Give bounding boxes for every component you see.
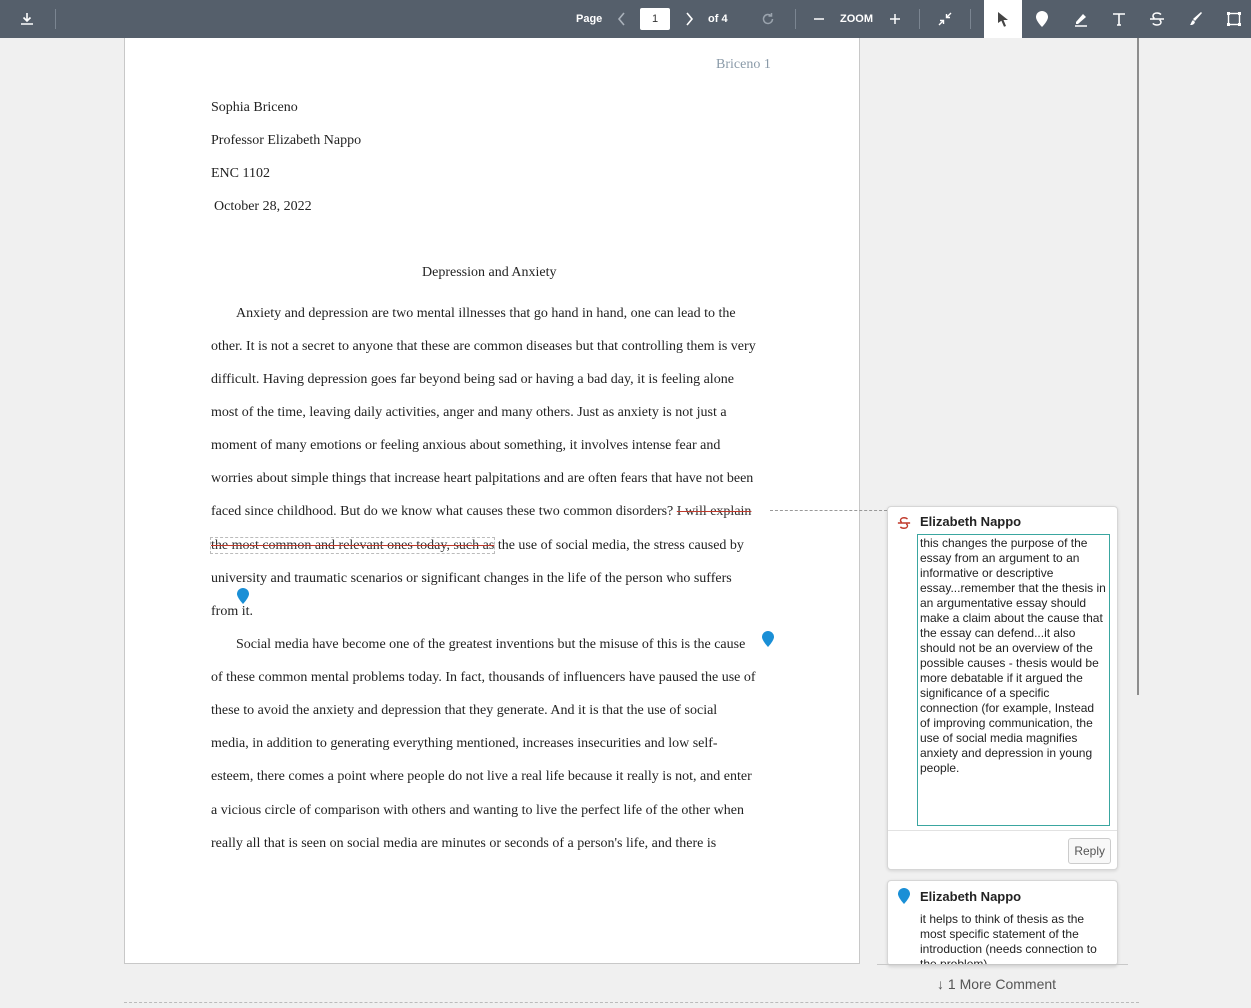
body-line: really all that is seen on social media …	[211, 836, 717, 851]
next-page-icon[interactable]	[679, 0, 699, 38]
draw-tool-icon[interactable]	[1184, 0, 1208, 38]
reply-button[interactable]: Reply	[1068, 838, 1111, 864]
card-divider	[888, 830, 1117, 831]
comment-author: Elizabeth Nappo	[920, 889, 1022, 904]
fit-page-icon[interactable]	[934, 0, 956, 38]
strikethrough-annotation[interactable]: the most common and relevant ones today,…	[209, 537, 496, 554]
professor-name: Professor Elizabeth Nappo	[211, 133, 362, 148]
page-count: of 4	[708, 13, 728, 25]
comment-text-area[interactable]: this changes the purpose of the essay fr…	[917, 534, 1110, 826]
body-line: media, in addition to generating everyth…	[211, 736, 718, 751]
body-line: difficult. Having depression goes far be…	[211, 372, 734, 387]
toolbar-divider	[970, 9, 971, 29]
more-comments-link[interactable]: ↓ 1 More Comment	[937, 976, 1056, 992]
arrow-down-icon: ↓	[937, 976, 944, 992]
annotation-connector	[770, 510, 887, 511]
body-line: moment of many emotions or feeling anxio…	[211, 438, 721, 453]
page-break	[124, 1002, 1139, 1003]
body-line: other. It is not a secret to anyone that…	[211, 339, 756, 354]
toolbar-divider	[55, 9, 56, 29]
toolbar-divider	[919, 9, 920, 29]
page-label: Page	[576, 13, 603, 25]
previous-page-icon[interactable]	[612, 0, 632, 38]
strikethrough-icon	[897, 517, 911, 529]
page-number-input[interactable]	[640, 8, 670, 30]
course-code: ENC 1102	[211, 166, 270, 181]
body-text: the use of social media, the stress caus…	[494, 538, 744, 553]
body-line: from it.	[211, 604, 253, 619]
toolbar-divider	[795, 9, 796, 29]
strikethrough-annotation[interactable]: I will explain	[677, 504, 752, 519]
highlight-tool-icon[interactable]	[1069, 0, 1093, 38]
body-line: the most common and relevant ones today,…	[209, 537, 744, 554]
body-line: worries about simple things that increas…	[211, 471, 754, 486]
body-line: these to avoid the anxiety and depressio…	[211, 703, 718, 718]
essay-date: October 28, 2022	[214, 199, 312, 214]
comment-author: Elizabeth Nappo	[920, 514, 1022, 529]
zoom-label: ZOOM	[840, 13, 873, 25]
select-tool-icon[interactable]	[984, 0, 1022, 38]
body-line: Anxiety and depression are two mental il…	[236, 306, 736, 321]
strikethrough-tool-icon[interactable]	[1145, 0, 1169, 38]
body-line: esteem, there comes a point where people…	[211, 769, 752, 784]
zoom-in-icon[interactable]	[886, 0, 904, 38]
body-line: most of the time, leaving daily activiti…	[211, 405, 727, 420]
comment-text: it helps to think of thesis as the most …	[920, 912, 1097, 964]
comment-pin-icon	[898, 888, 910, 904]
download-icon[interactable]	[14, 0, 40, 38]
text-tool-icon[interactable]	[1107, 0, 1131, 38]
comment-pin-icon[interactable]	[762, 631, 774, 647]
body-line: of these common mental problems today. I…	[211, 670, 756, 685]
running-head: Briceno 1	[716, 57, 771, 72]
essay-title: Depression and Anxiety	[422, 265, 557, 280]
pin-comment-tool-icon[interactable]	[1030, 0, 1054, 38]
comment-pin-icon[interactable]	[237, 588, 249, 604]
comments-divider	[877, 964, 1128, 965]
area-select-tool-icon[interactable]	[1222, 0, 1246, 38]
body-line: university and traumatic scenarios or si…	[211, 571, 732, 586]
more-comments-label: 1 More Comment	[947, 976, 1057, 992]
body-line: a vicious circle of comparison with othe…	[211, 803, 744, 818]
comment-card[interactable]: Elizabeth Nappo it helps to think of the…	[887, 880, 1118, 966]
body-line: faced since childhood. But do we know wh…	[211, 504, 751, 520]
rotate-icon[interactable]	[757, 0, 779, 38]
scrollbar[interactable]	[1137, 38, 1139, 695]
body-text: faced since childhood. But do we know wh…	[211, 504, 677, 519]
body-line: Social media have become one of the grea…	[236, 637, 746, 652]
zoom-out-icon[interactable]	[810, 0, 828, 38]
viewer-toolbar: Page of 4 ZOOM	[0, 0, 1251, 38]
comment-card[interactable]: Elizabeth Nappo this changes the purpose…	[887, 506, 1118, 870]
author-name: Sophia Briceno	[211, 100, 298, 115]
